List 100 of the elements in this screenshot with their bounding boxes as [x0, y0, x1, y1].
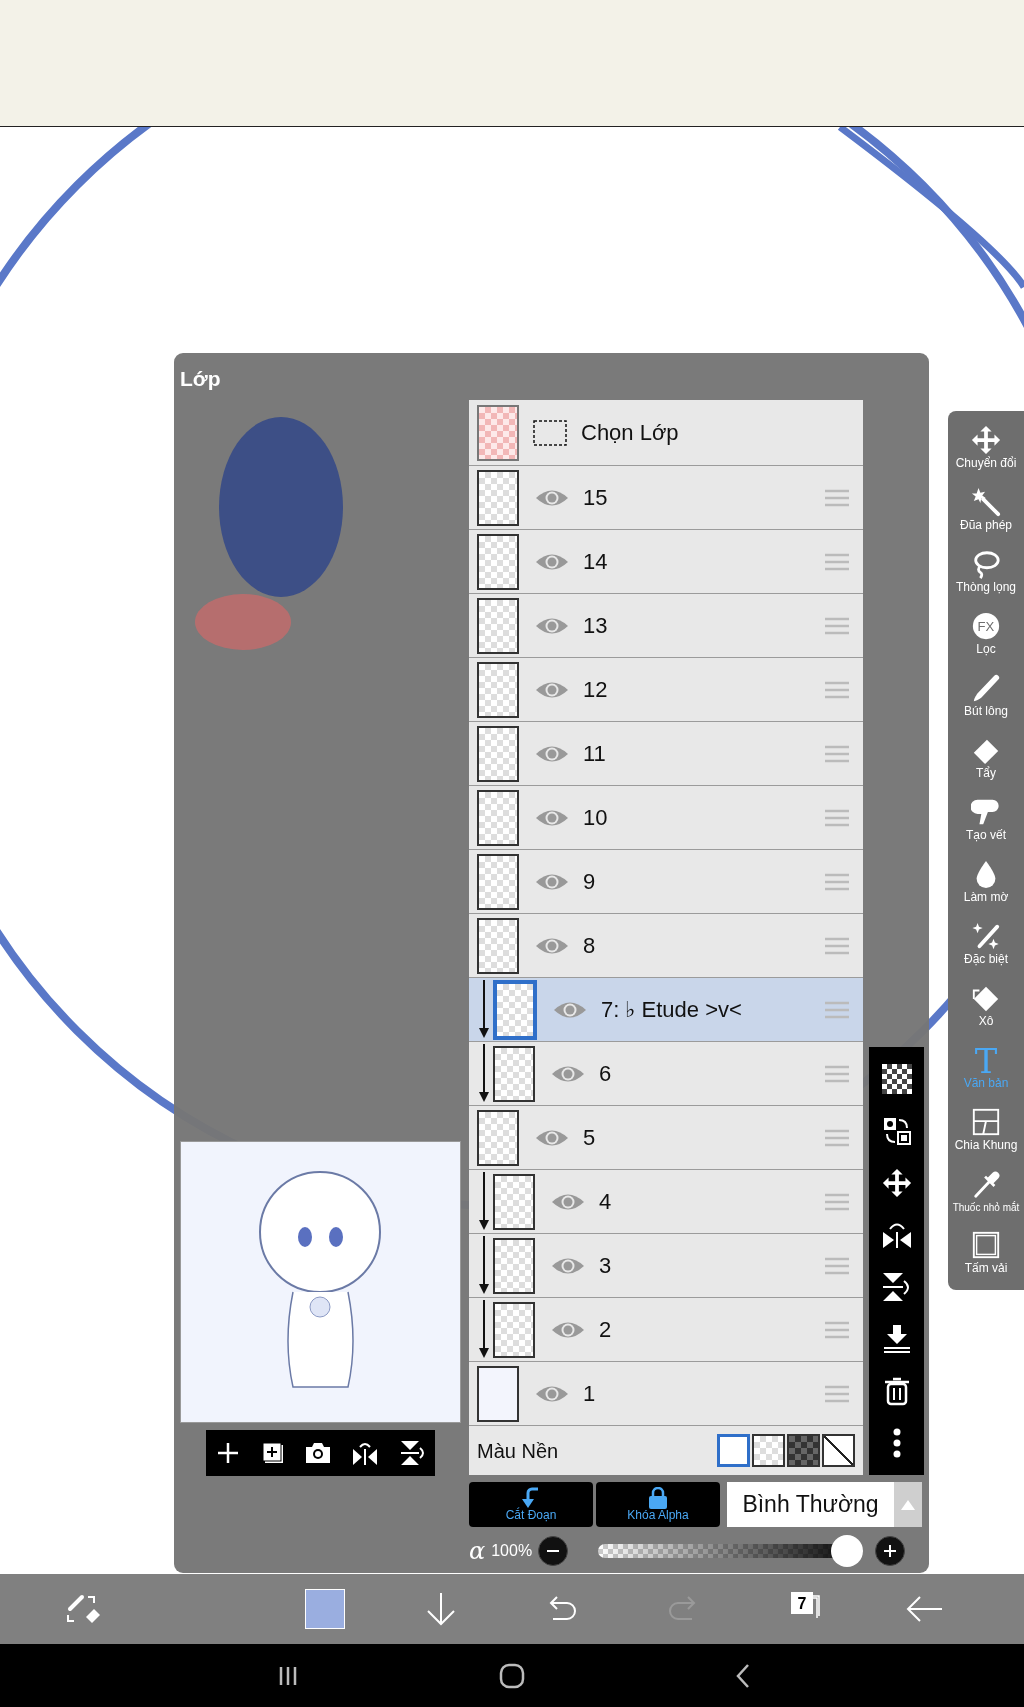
- tool-button[interactable]: Làm mờ: [948, 850, 1024, 913]
- drag-handle-icon[interactable]: [825, 1064, 850, 1083]
- drag-handle-icon[interactable]: [825, 808, 850, 827]
- drag-handle-icon[interactable]: [825, 616, 850, 635]
- layer-row[interactable]: 14: [469, 529, 864, 593]
- layer-name: 7: ♭ Etude >v<: [601, 996, 742, 1024]
- drag-handle-icon[interactable]: [825, 1000, 850, 1019]
- layer-name: 3: [599, 1252, 612, 1280]
- trash-icon[interactable]: [883, 1376, 910, 1406]
- layer-row[interactable]: 2: [469, 1297, 864, 1361]
- layer-name: 15: [583, 484, 608, 512]
- flip-vertical-icon[interactable]: [398, 1440, 425, 1466]
- background-label: Màu Nền: [477, 1438, 559, 1464]
- layer-name: 13: [583, 612, 608, 640]
- move-arrows-icon: [971, 425, 1001, 456]
- layer-name: 6: [599, 1060, 612, 1088]
- opacity-slider[interactable]: [598, 1535, 864, 1567]
- tool-button[interactable]: Xô: [948, 974, 1024, 1037]
- clip-button[interactable]: Cắt Đoạn: [469, 1482, 593, 1527]
- layer-name: 4: [599, 1188, 612, 1216]
- opacity-reading: 100%: [491, 1541, 533, 1561]
- tool-button[interactable]: Chuyển đổi: [948, 417, 1024, 479]
- layer-row[interactable]: 11: [469, 721, 864, 785]
- tool-button[interactable]: FX Lọc: [948, 602, 1024, 665]
- layer-name: 11: [583, 740, 606, 768]
- plus-icon: [883, 1544, 898, 1558]
- drag-handle-icon[interactable]: [825, 680, 850, 699]
- canvas-square-icon: [971, 1230, 1001, 1261]
- drag-handle-icon[interactable]: [825, 936, 850, 955]
- color-swatch[interactable]: [305, 1589, 345, 1629]
- tool-button[interactable]: Tấm vải: [948, 1222, 1024, 1284]
- frame-grid-icon: [971, 1106, 1001, 1137]
- tool-button[interactable]: Thuốc nhỏ mắt: [948, 1160, 1024, 1222]
- layer-row[interactable]: 5: [469, 1105, 864, 1169]
- checker-fill-icon[interactable]: [881, 1064, 912, 1094]
- alpha-symbol: α: [469, 1536, 486, 1567]
- drag-handle-icon[interactable]: [825, 1192, 850, 1211]
- increase-button[interactable]: [875, 1536, 906, 1566]
- layer-row[interactable]: 1: [469, 1361, 864, 1425]
- layer-name: 10: [583, 804, 608, 832]
- more-icon[interactable]: [891, 1428, 902, 1458]
- magic-wand-icon: [971, 487, 1001, 518]
- add-icon[interactable]: [216, 1441, 241, 1465]
- layer-row[interactable]: 13: [469, 593, 864, 657]
- panel-title: Lớp: [180, 366, 221, 392]
- drag-handle-icon[interactable]: [825, 552, 850, 571]
- layer-row[interactable]: 4: [469, 1169, 864, 1233]
- tool-button[interactable]: Tẩy: [948, 726, 1024, 789]
- blend-mode-dropdown[interactable]: Bình Thường: [727, 1482, 894, 1527]
- layer-row[interactable]: 8: [469, 913, 864, 977]
- select-layer-label: Chọn Lớp: [581, 419, 679, 447]
- layer-name: 1: [583, 1380, 596, 1408]
- drag-handle-icon[interactable]: [825, 1128, 850, 1147]
- tool-button[interactable]: Chia Khung: [948, 1098, 1024, 1161]
- drag-handle-icon[interactable]: [825, 744, 850, 763]
- layer-name: 9: [583, 868, 596, 896]
- slider-thumb[interactable]: [831, 1535, 864, 1567]
- merge-down-icon[interactable]: [881, 1324, 912, 1354]
- tool-button[interactable]: Đũa phép: [948, 478, 1024, 541]
- camera-icon[interactable]: [305, 1442, 332, 1464]
- layer-name: 2: [599, 1316, 612, 1344]
- sparkle-pen-icon: [971, 920, 1001, 951]
- layer-thumbnail: [477, 404, 519, 461]
- tool-button[interactable]: Tạo vết: [948, 788, 1024, 851]
- flip-horizontal-icon[interactable]: [352, 1441, 379, 1465]
- layer-name: 8: [583, 932, 596, 960]
- layer-row[interactable]: 7: ♭ Etude >v<: [469, 977, 864, 1041]
- layer-row[interactable]: 6: [469, 1041, 864, 1105]
- move-icon[interactable]: [881, 1168, 912, 1198]
- text-tool-icon: T: [971, 1044, 1001, 1075]
- layer-row[interactable]: 9: [469, 849, 864, 913]
- eyedropper-icon: [971, 1169, 1001, 1200]
- swap-layers-icon[interactable]: [881, 1116, 912, 1146]
- lasso-icon: [971, 549, 1001, 580]
- layer-row[interactable]: 12: [469, 657, 864, 721]
- alpha-lock-button[interactable]: Khóa Alpha: [596, 1482, 720, 1527]
- tool-button[interactable]: Đặc biệt: [948, 912, 1024, 975]
- tool-button[interactable]: Bút lông: [948, 664, 1024, 727]
- lock-icon: [648, 1486, 668, 1509]
- drag-handle-icon[interactable]: [825, 488, 850, 507]
- layer-name: 5: [583, 1124, 596, 1152]
- drag-handle-icon[interactable]: [825, 1320, 850, 1339]
- drag-handle-icon[interactable]: [825, 1256, 850, 1275]
- triangle-up-icon: [900, 1498, 916, 1511]
- home-icon[interactable]: [499, 1662, 525, 1689]
- drag-handle-icon[interactable]: [825, 872, 850, 891]
- flip-vertical-icon[interactable]: [881, 1272, 912, 1302]
- selection-icon: [533, 419, 567, 446]
- decrease-button[interactable]: [538, 1536, 569, 1566]
- brush-icon: [971, 673, 1001, 704]
- drag-handle-icon[interactable]: [825, 1384, 850, 1403]
- layer-name: 12: [583, 676, 608, 704]
- layer-row[interactable]: 3: [469, 1233, 864, 1297]
- layer-row[interactable]: 15: [469, 465, 864, 529]
- back-icon[interactable]: [735, 1662, 751, 1689]
- fx-icon: FX: [971, 611, 1001, 642]
- layer-row[interactable]: 10: [469, 785, 864, 849]
- dropdown-toggle[interactable]: [894, 1482, 922, 1527]
- tool-button[interactable]: Thòng lọng: [948, 540, 1024, 603]
- add-layer-icon[interactable]: [260, 1441, 285, 1465]
